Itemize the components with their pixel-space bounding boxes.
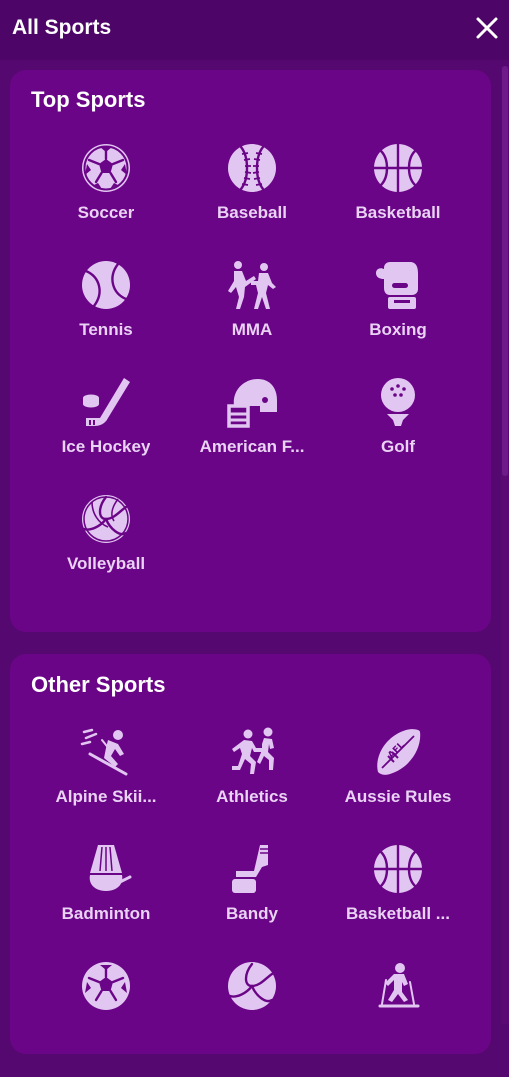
football-helmet-icon (227, 379, 277, 428)
sport-label: Bandy (226, 904, 278, 923)
sport-tile-volleyball-2[interactable] (179, 960, 325, 1077)
sport-tile-biathlon[interactable] (325, 960, 471, 1077)
sport-tile-ice-hockey[interactable]: Ice Hockey (33, 376, 179, 493)
header-bar: All Sports (0, 0, 509, 60)
sport-tile-soccer-2[interactable] (33, 960, 179, 1077)
sport-label: Tennis (79, 320, 133, 339)
sport-label: MMA (231, 320, 273, 339)
sport-tile-bandy[interactable]: Bandy (179, 843, 325, 960)
sport-tile-basketball[interactable]: Basketball (325, 142, 471, 259)
ice-hockey-icon (83, 378, 130, 426)
golf-ball-icon (381, 378, 415, 426)
sport-label: Basketball ... (346, 904, 450, 923)
sport-tile-boxing[interactable]: Boxing (325, 259, 471, 376)
sport-label: Baseball (217, 203, 287, 222)
sport-tile-tennis[interactable]: Tennis (33, 259, 179, 376)
sport-label: Ice Hockey (61, 437, 151, 456)
bandy-icon (232, 845, 268, 893)
sport-tile-mma[interactable]: MMA (179, 259, 325, 376)
soccer-ball-icon (82, 144, 130, 192)
volleyball-icon (82, 495, 130, 543)
page-title: All Sports (12, 16, 112, 39)
alpine-skiing-icon (80, 728, 128, 776)
sport-tile-baseball[interactable]: Baseball (179, 142, 325, 259)
other-sports-grid: Alpine Skii... Athletics AFL Aussie Rule… (10, 726, 509, 1077)
baseball-icon (228, 144, 276, 192)
section-title-other-sports: Other Sports (31, 672, 166, 697)
shuttlecock-icon (89, 845, 132, 891)
sport-tile-soccer[interactable]: Soccer (33, 142, 179, 259)
sport-tile-athletics[interactable]: Athletics (179, 726, 325, 843)
sport-label: Basketball (355, 203, 441, 222)
volleyball-icon (228, 962, 276, 1010)
sport-label: Soccer (77, 203, 135, 222)
basketball-icon (372, 843, 424, 895)
sport-label: Badminton (61, 904, 151, 923)
section-title-top-sports: Top Sports (31, 87, 146, 112)
aussie-rules-ball-icon: AFL (377, 729, 421, 775)
soccer-ball-icon (82, 962, 130, 1010)
sport-tile-golf[interactable]: Golf (325, 376, 471, 493)
sport-tile-badminton[interactable]: Badminton (33, 843, 179, 960)
athletics-runners-icon (232, 727, 274, 774)
sport-tile-basketball-2[interactable]: Basketball ... (325, 843, 471, 960)
sport-tile-american-football[interactable]: American F... (179, 376, 325, 493)
top-sports-grid: Soccer Baseball Basketball Tennis MMA Bo… (10, 142, 509, 610)
other-sports-section: Other Sports Alpine Skii... Athletics AF… (10, 654, 491, 1054)
biathlon-skier-icon (378, 963, 420, 1008)
top-sports-section: Top Sports Soccer Baseball Basketball Te… (10, 70, 491, 632)
sport-label: Aussie Rules (344, 787, 452, 806)
sport-tile-alpine-skiing[interactable]: Alpine Skii... (33, 726, 179, 843)
sport-label: Golf (381, 437, 415, 456)
basketball-icon (372, 142, 424, 194)
sport-label: Boxing (369, 320, 427, 339)
tennis-ball-icon (82, 261, 130, 309)
sport-label: American F... (199, 437, 305, 456)
mma-fighters-icon (228, 261, 276, 309)
sport-label: Alpine Skii... (55, 787, 157, 806)
boxing-glove-icon (376, 262, 418, 309)
sport-tile-volleyball[interactable]: Volleyball (33, 493, 179, 610)
sport-tile-aussie-rules[interactable]: AFL Aussie Rules (325, 726, 471, 843)
close-icon[interactable] (473, 14, 501, 42)
sport-label: Athletics (216, 787, 288, 806)
sport-label: Volleyball (66, 554, 146, 573)
